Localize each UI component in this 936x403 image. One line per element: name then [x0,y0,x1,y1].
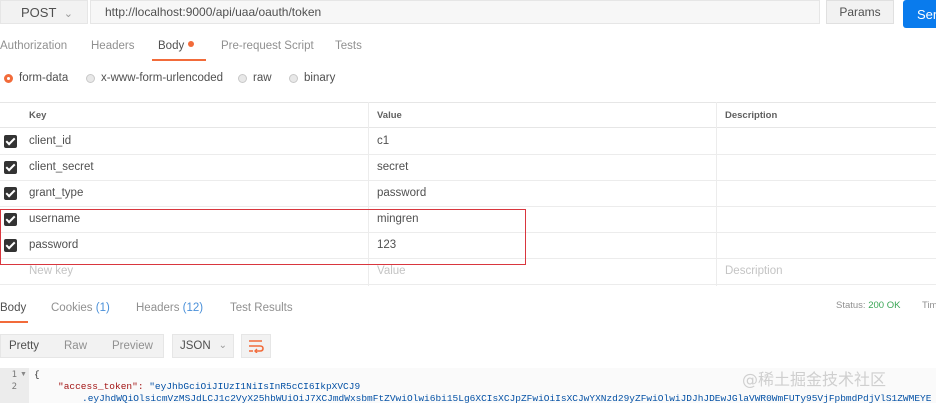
row-key[interactable]: client_id [29,135,71,147]
json-key: "access_token": [58,381,144,392]
view-mode-group: Pretty Raw Preview [0,334,164,358]
request-tabs: Authorization Headers Body Pre-request S… [0,40,936,60]
table-row: client_secret secret [0,155,936,181]
row-value[interactable]: c1 [377,135,389,147]
table-row: client_id c1 [0,129,936,155]
code-line: "access_token": "eyJhbGciOiJIUzI1NiIsInR… [58,381,360,392]
radio-icon [289,73,298,83]
active-tab-indicator [152,59,206,61]
radio-x-www-form-urlencoded[interactable]: x-www-form-urlencoded [86,72,223,84]
new-key-input[interactable]: New key [29,265,73,277]
radio-form-data[interactable]: form-data [4,72,68,84]
format-label: JSON [180,340,211,352]
column-divider [716,102,717,286]
row-value[interactable]: secret [377,161,408,173]
new-value-input[interactable]: Value [377,265,406,277]
tab-headers[interactable]: Headers [91,40,134,52]
preview-button[interactable]: Preview [112,340,153,352]
response-tab-cookies[interactable]: Cookies (1) [51,302,110,314]
status-value: 200 OK [868,300,901,311]
tab-authorization[interactable]: Authorization [0,40,67,52]
table-header: Key Value Description [0,102,936,128]
line-number: 1 [11,370,17,380]
response-tab-test-results[interactable]: Test Results [230,302,293,314]
params-button[interactable]: Params [826,0,894,24]
time-label: Time [922,300,936,311]
cookies-count: (1) [95,302,110,314]
annotation-highlight-box [0,209,526,265]
active-response-tab-indicator [0,321,28,323]
radio-label: x-www-form-urlencoded [101,72,224,84]
response-tabs: Body Cookies (1) Headers (12) Test Resul… [0,302,936,322]
code-line: { [34,369,40,380]
radio-binary[interactable]: binary [289,72,335,84]
code-line: .eyJhdWQiOlsicmVzMSJdLCJ1c2VyX25hbWUiOiJ… [82,393,932,403]
row-value[interactable]: password [377,187,426,199]
wrap-lines-button[interactable] [241,334,271,358]
chevron-down-icon: ⌄ [63,8,73,20]
method-label: POST [21,4,57,20]
tab-tests[interactable]: Tests [335,40,362,52]
format-select[interactable]: JSON ⌄ [172,334,234,358]
tab-label: Headers [136,302,180,314]
pretty-button[interactable]: Pretty [9,340,39,352]
response-tab-body[interactable]: Body [0,302,26,314]
row-key[interactable]: client_secret [29,161,94,173]
chevron-down-icon: ⌄ [218,340,227,351]
response-tab-headers[interactable]: Headers (12) [136,302,203,314]
status-label: Status: [836,300,866,311]
url-text: http://localhost:9000/api/uaa/oauth/toke… [105,5,322,19]
table-row: grant_type password [0,181,936,207]
line-number: 2 [11,382,17,392]
tab-body-label: Body [158,40,185,52]
row-key[interactable]: grant_type [29,187,83,199]
radio-raw[interactable]: raw [238,72,272,84]
raw-button[interactable]: Raw [64,340,87,352]
tab-label: Cookies [51,302,93,314]
radio-label: form-data [19,72,69,84]
wrap-icon [249,340,264,353]
json-string: "eyJhbGciOiJIUzI1NiIsInR5cCI6IkpXVCJ9 [149,381,361,392]
radio-label: binary [304,72,336,84]
radio-icon [238,73,247,83]
radio-label: raw [253,72,272,84]
new-description-input[interactable]: Description [725,265,783,277]
row-checkbox[interactable] [4,187,17,200]
tab-body[interactable]: Body [158,40,195,52]
status-info: Status: 200 OK [836,300,900,311]
headers-count: (12) [182,302,204,314]
column-header-value: Value [377,110,402,121]
watermark-text: @稀土掘金技术社区 [742,370,887,389]
column-header-key: Key [29,110,47,121]
method-select[interactable]: POST ⌄ [0,0,88,24]
url-input[interactable]: http://localhost:9000/api/uaa/oauth/toke… [90,0,820,24]
body-type-options: form-data x-www-form-urlencoded raw bina… [0,72,500,90]
tab-pre-request-script[interactable]: Pre-request Script [221,40,314,52]
radio-selected-icon [4,73,13,83]
fold-triangle-icon[interactable]: ▼ [20,371,27,378]
send-button[interactable]: Send [903,0,936,28]
row-checkbox[interactable] [4,135,17,148]
column-header-description: Description [725,110,778,121]
request-bar: POST ⌄ http://localhost:9000/api/uaa/oau… [0,0,936,30]
radio-icon [86,73,95,83]
row-checkbox[interactable] [4,161,17,174]
modified-dot-icon [188,41,195,47]
